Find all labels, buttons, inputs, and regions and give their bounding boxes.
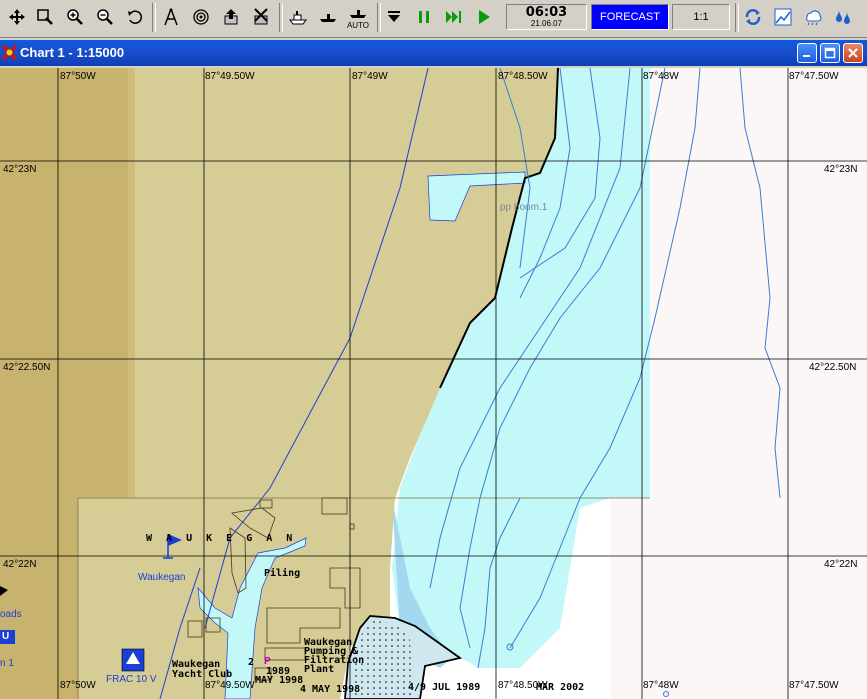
maximize-button[interactable] [820, 43, 840, 63]
zoom-out-icon[interactable] [92, 3, 118, 31]
scale-display: 1:1 [672, 4, 730, 30]
lat-label-left: 42°23N [3, 164, 37, 175]
upload-icon[interactable] [218, 3, 244, 31]
chart-window-titlebar: Chart 1 - 1:15000 [0, 40, 867, 66]
weather-icon[interactable] [800, 3, 826, 31]
chart-graph-icon[interactable] [770, 3, 796, 31]
minimize-button[interactable] [797, 43, 817, 63]
chart-window-title: Chart 1 - 1:15000 [20, 45, 125, 60]
auto-vessel-icon[interactable]: AUTO [345, 3, 371, 31]
frac-label: FRAC 10 V [106, 674, 157, 685]
lat-label-right: 42°22.50N [809, 362, 857, 373]
two-label: 2 [248, 657, 255, 668]
record-down-icon[interactable] [381, 3, 407, 31]
auto-label: AUTO [346, 21, 370, 30]
zoom-in-icon[interactable] [62, 3, 88, 31]
pause-icon[interactable] [411, 3, 437, 31]
vessel-icon[interactable] [315, 3, 341, 31]
toolbar-separator [279, 3, 283, 32]
lon-label-bottom: 87°49.50W [205, 680, 255, 691]
boom-label: pp boom.1 [500, 202, 548, 213]
lon-label-top: 87°48.50W [498, 71, 548, 82]
toolbar-separator [735, 3, 739, 32]
lon-label-top: 87°48W [643, 71, 679, 82]
lat-label-right: 42°23N [824, 164, 858, 175]
frac-symbol [121, 648, 145, 672]
lon-label-top: 87°47.50W [789, 71, 839, 82]
close-icon [848, 48, 858, 58]
land-dark-area [0, 68, 128, 498]
lon-label-top: 87°49W [352, 71, 388, 82]
roads-label: oads [0, 609, 22, 620]
ship-icon[interactable] [285, 3, 311, 31]
minimize-icon [803, 55, 810, 57]
date-label-2002: MAR 2002 [536, 682, 585, 693]
date-value: 21.06.07 [530, 19, 563, 28]
play-icon[interactable] [471, 3, 497, 31]
delete-icon[interactable] [248, 3, 274, 31]
route-icon[interactable] [158, 3, 184, 31]
waukegan-region-label: W A U K E G A N [146, 533, 297, 544]
time-display: 06:03 21.06.07 [506, 4, 587, 30]
piling-label: Piling [264, 568, 301, 579]
date-label-1989: 4/9 JUL 1989 [408, 682, 481, 693]
undo-zoom-icon[interactable] [122, 3, 148, 31]
lat-label-left: 42°22N [3, 559, 37, 570]
sync-icon[interactable] [740, 3, 766, 31]
forecast-button[interactable]: FORECAST [591, 4, 669, 30]
pan-icon[interactable] [4, 3, 30, 31]
yacht-club-label: Waukegan Yacht Club [172, 659, 233, 680]
lat-label-right: 42°22N [824, 559, 858, 570]
app-icon [2, 45, 17, 60]
maximize-icon [824, 47, 836, 59]
tide-icon[interactable] [830, 3, 856, 31]
toolbar-separator [152, 3, 156, 32]
lon-label-bottom: 87°50W [60, 680, 96, 691]
fast-forward-icon[interactable] [441, 3, 467, 31]
lat-label-left: 42°22.50N [3, 362, 51, 373]
close-button[interactable] [843, 43, 863, 63]
zoom-window-icon[interactable] [32, 3, 58, 31]
lon-label-bottom: 87°47.50W [789, 680, 839, 691]
main-toolbar: AUTO 06:03 21.06.07 FORECAST 1:1 [0, 0, 867, 38]
date-1998-label: MAY 1998 [255, 675, 304, 686]
n1-label: n 1 [0, 658, 14, 669]
target-icon[interactable] [188, 3, 214, 31]
waukegan-place-label: Waukegan [138, 572, 186, 583]
pumping-plant-label: Waukegan Pumping & Filtration Plant [304, 637, 365, 675]
land-dark-edge [128, 68, 135, 498]
lon-label-bottom: 87°48W [643, 680, 679, 691]
lon-label-top: 87°49.50W [205, 71, 255, 82]
time-value: 06:03 [525, 5, 568, 20]
u-label: U [2, 631, 10, 642]
chart-map[interactable]: 87°50W 87°49.50W 87°49W 87°48.50W 87°48W… [0, 68, 867, 699]
date-label-1998: 4 MAY 1998 [300, 684, 361, 695]
lon-label-top: 87°50W [60, 71, 96, 82]
chart-canvas [0, 68, 867, 699]
